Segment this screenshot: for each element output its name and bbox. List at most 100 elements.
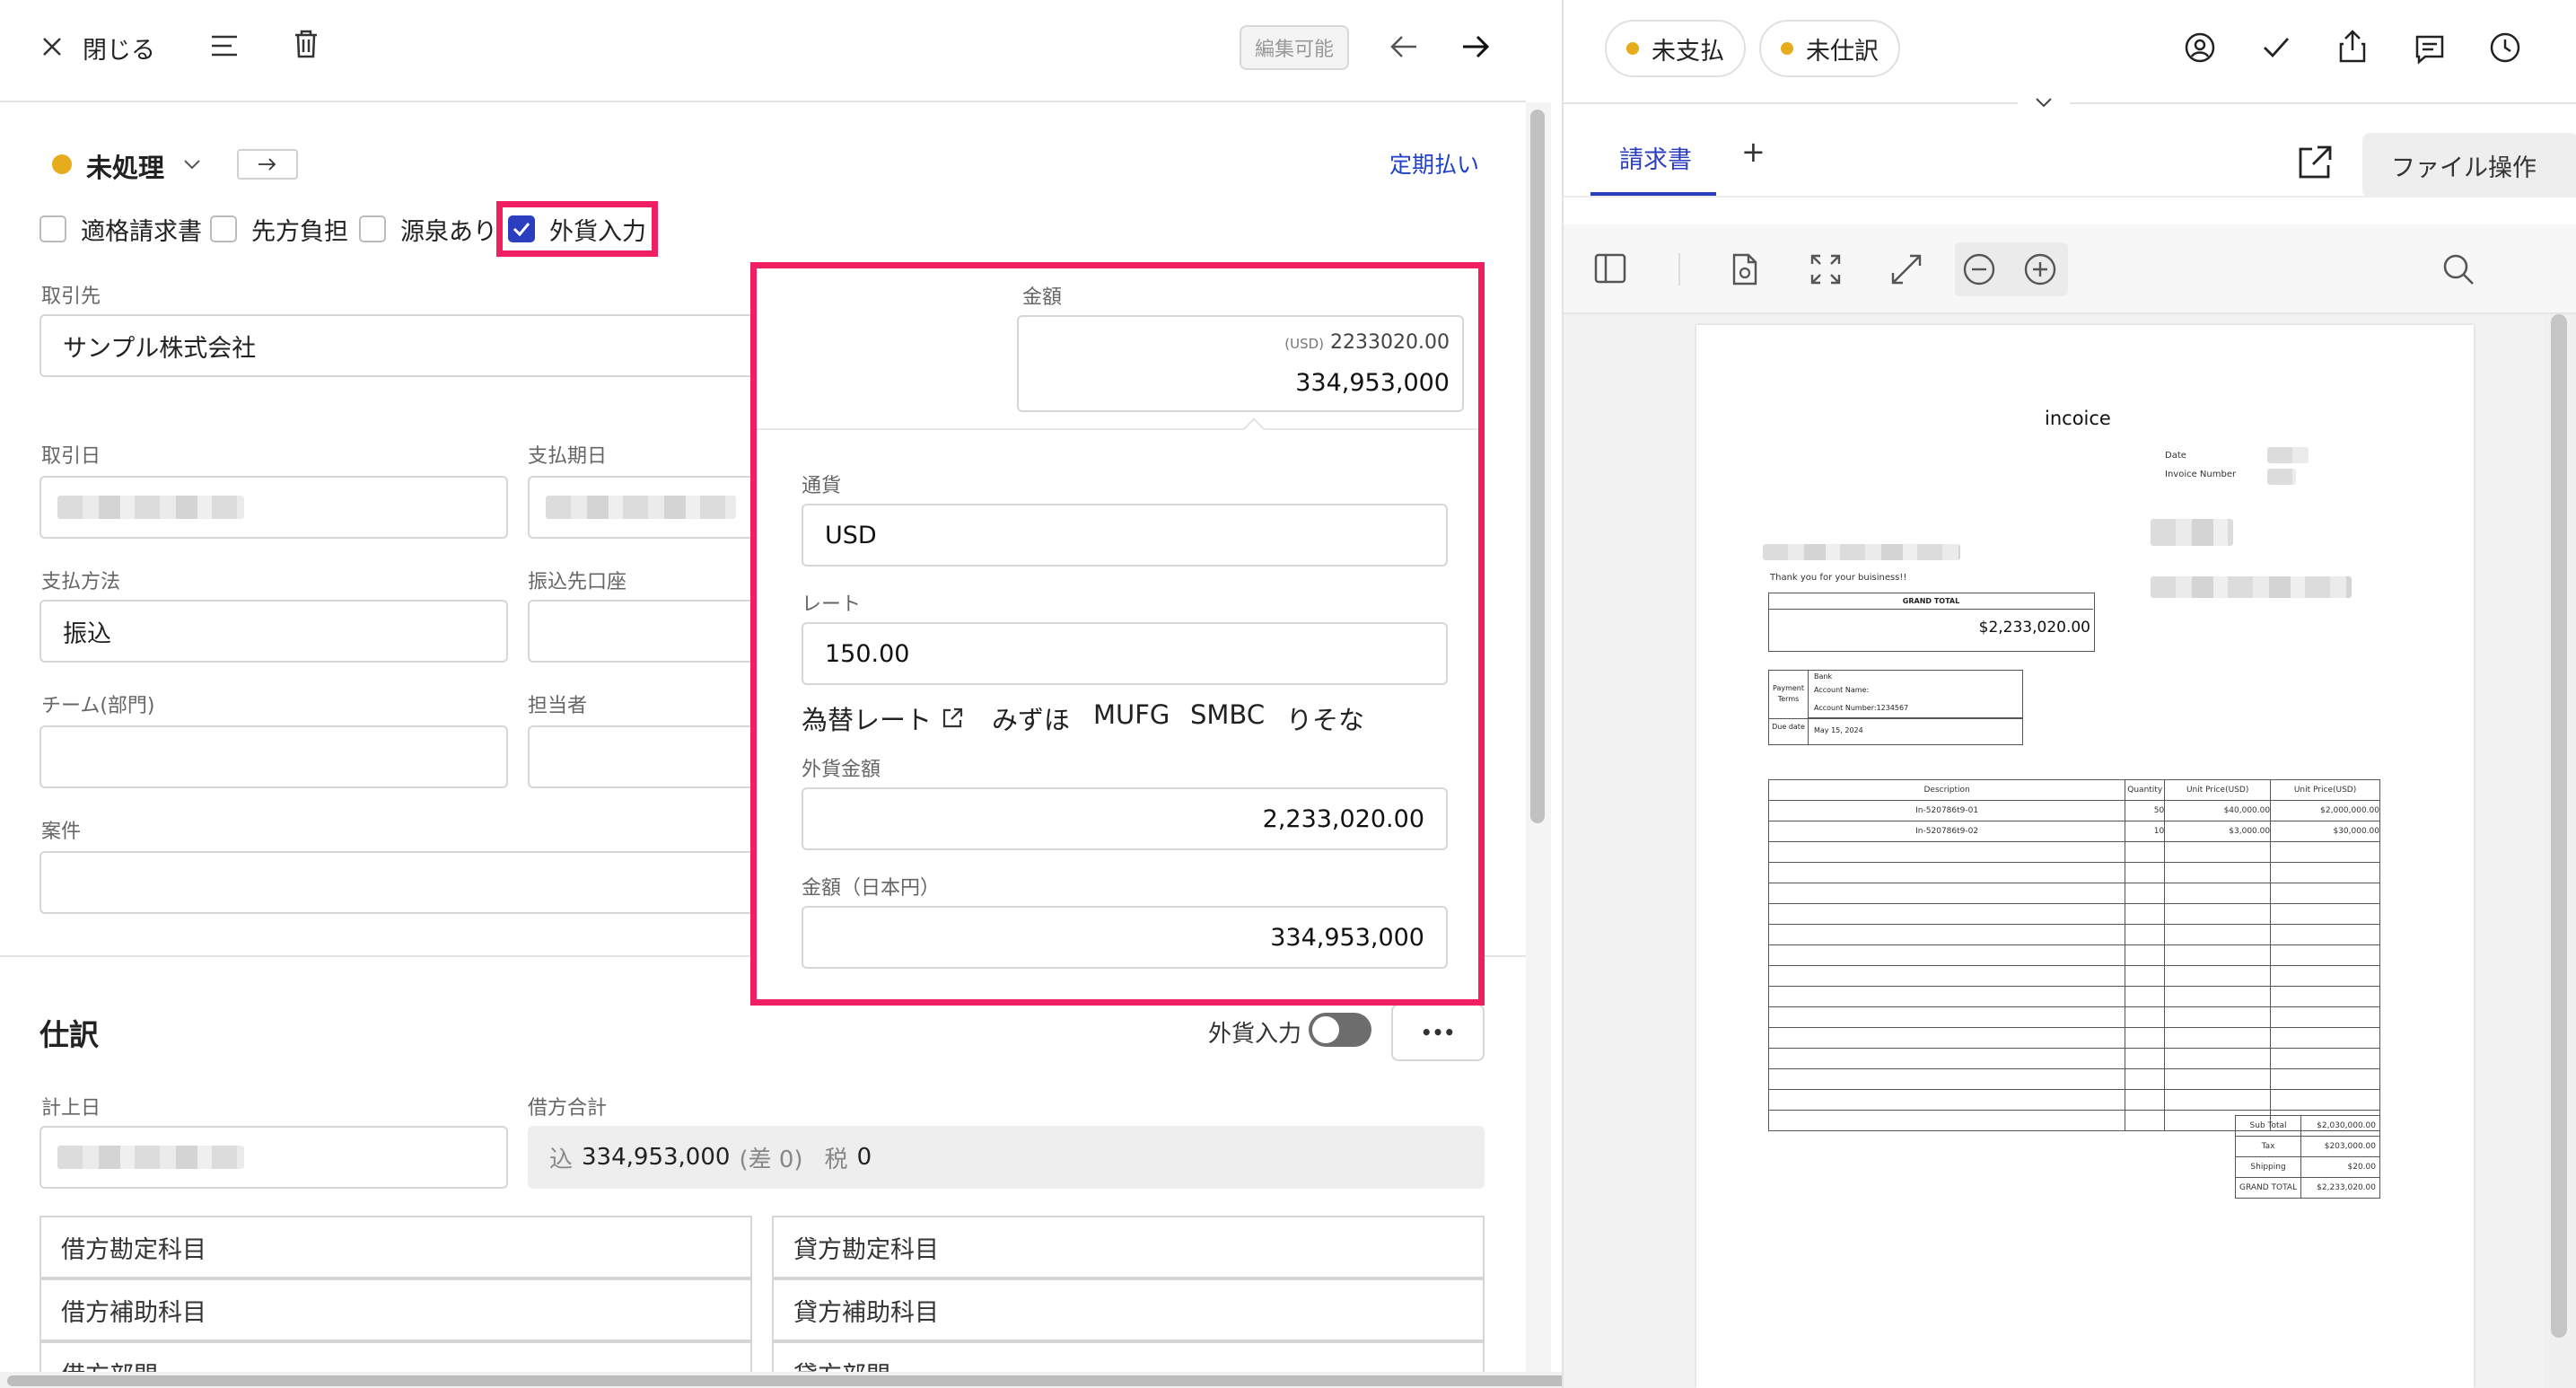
- collapse-handle[interactable]: [2018, 92, 2070, 116]
- external-link-icon: [942, 707, 963, 728]
- table-row: [1767, 1068, 2380, 1090]
- file-operations-button[interactable]: ファイル操作: [2362, 133, 2576, 198]
- close-icon[interactable]: [39, 34, 65, 59]
- trash-icon[interactable]: [293, 29, 320, 59]
- document-canvas: incoice Date Invoice Number Thank you fo…: [1564, 314, 2576, 1388]
- menu-icon[interactable]: [210, 32, 239, 59]
- fit-page-icon[interactable]: [1809, 253, 1842, 286]
- viewer-scrollbar-thumb[interactable]: [2551, 314, 2567, 1338]
- scrollbar-thumb[interactable]: [1530, 110, 1545, 823]
- invoice-grand-total-box: GRAND TOTAL $2,233,020.00: [1768, 593, 2095, 652]
- payment-method-select[interactable]: 振込: [39, 600, 508, 663]
- bank-account-select[interactable]: [528, 600, 761, 663]
- checkmark-icon[interactable]: [2262, 34, 2291, 61]
- more-options-button[interactable]: •••: [1391, 1004, 1485, 1061]
- table-row: Shipping $20.00: [2234, 1156, 2380, 1178]
- jpy-amount-input[interactable]: 334,953,000: [802, 906, 1448, 969]
- tab-add-button[interactable]: +: [1741, 135, 1766, 169]
- credit-account-field[interactable]: 貸方勘定科目: [772, 1216, 1485, 1278]
- grand-total-label: GRAND TOTAL: [1769, 593, 2093, 610]
- item-unit-price: $40,000.00: [2164, 800, 2272, 821]
- tax-label: 税: [824, 1146, 848, 1173]
- debit-total-diff: (差 0): [739, 1146, 803, 1173]
- search-icon[interactable]: [2441, 252, 2475, 286]
- history-clock-icon[interactable]: [2490, 32, 2520, 63]
- zoom-out-icon[interactable]: [1962, 252, 1996, 286]
- withholding-checkbox[interactable]: [359, 215, 386, 242]
- table-row: [1767, 944, 2380, 966]
- status-select[interactable]: 未処理: [86, 147, 164, 185]
- bank-rate-mufg[interactable]: MUFG: [1093, 699, 1170, 730]
- editable-badge: 編集可能: [1240, 25, 1349, 70]
- debit-account-field[interactable]: 借方勘定科目: [39, 1216, 752, 1278]
- exchange-rate-link[interactable]: 為替レート: [802, 699, 964, 737]
- page-settings-icon[interactable]: [1730, 253, 1759, 286]
- item-amount: $2,000,000.00: [2270, 800, 2380, 821]
- fx-amount-input[interactable]: 2,233,020.00: [802, 787, 1448, 850]
- table-row: [1767, 965, 2380, 987]
- currency-input[interactable]: USD: [802, 504, 1448, 567]
- comment-icon[interactable]: [2414, 34, 2445, 65]
- divider: [1809, 717, 2022, 719]
- redacted-value: [2151, 576, 2352, 598]
- table-row: [1767, 1048, 2380, 1069]
- table-row: [1767, 862, 2380, 883]
- close-button[interactable]: 閉じる: [83, 31, 155, 66]
- payment-terms-box: Payment Terms Bank Account Name: Account…: [1768, 670, 2023, 745]
- pill-unjournaled-label: 未仕訳: [1806, 37, 1879, 66]
- qualified-invoice-checkbox[interactable]: [39, 215, 66, 242]
- credit-sub-account-field[interactable]: 貸方補助科目: [772, 1278, 1485, 1341]
- partner-burden-checkbox[interactable]: [210, 215, 237, 242]
- sidebar-toggle-icon[interactable]: [1594, 253, 1626, 284]
- fx-input-checkbox[interactable]: [508, 215, 535, 242]
- trade-date-label: 取引日: [41, 445, 101, 468]
- invoice-thanks: Thank you for your buisiness!!: [1770, 573, 1907, 583]
- rate-input[interactable]: 150.00: [802, 622, 1448, 685]
- amount-summary-box[interactable]: (USD) 2233020.00 334,953,000: [1017, 315, 1464, 412]
- zoom-in-icon[interactable]: [2023, 252, 2057, 286]
- table-row: In-520786t9-01 50 $40,000.00 $2,000,000.…: [1767, 800, 2380, 821]
- bank-rate-mizuho[interactable]: みずほ: [992, 699, 1070, 737]
- table-row: [1767, 1089, 2380, 1111]
- debit-total-value: 334,953,000: [582, 1144, 731, 1171]
- table-row: [1767, 986, 2380, 1007]
- share-icon[interactable]: [2339, 29, 2366, 63]
- team-label: チーム(部門): [41, 695, 155, 717]
- user-circle-icon[interactable]: [2185, 32, 2215, 63]
- project-select[interactable]: [39, 851, 761, 914]
- tab-invoice[interactable]: 請求書: [1619, 140, 1692, 175]
- table-row: [1767, 903, 2380, 925]
- toolbar-separator: [1678, 253, 1680, 286]
- withholding-label: 源泉あり: [400, 218, 497, 246]
- journal-fx-toggle[interactable]: [1309, 1013, 1371, 1047]
- fx-amount-label: 外貨金額: [802, 759, 881, 781]
- account-number: Account Number:1234567: [1814, 704, 1909, 712]
- chevron-down-icon: [2036, 98, 2052, 108]
- arrow-right-icon[interactable]: [1461, 34, 1490, 59]
- redacted-value: [1763, 544, 1960, 560]
- arrow-left-icon[interactable]: [1389, 34, 1418, 59]
- popover-amount-label: 金額: [1022, 286, 1063, 309]
- recurring-payment-link[interactable]: 定期払い: [1389, 147, 1479, 180]
- chevron-down-icon[interactable]: [183, 158, 201, 171]
- amount-fx-display: (USD) 2233020.00: [1284, 331, 1450, 354]
- bank-rate-smbc[interactable]: SMBC: [1190, 699, 1265, 730]
- qualified-invoice-label: 適格請求書: [81, 218, 202, 246]
- status-advance-button[interactable]: [237, 149, 298, 180]
- rate-label: レート: [802, 593, 862, 616]
- open-external-icon[interactable]: [2296, 144, 2334, 181]
- expand-icon[interactable]: [1890, 253, 1923, 286]
- viewer-toolbar: [1564, 224, 2576, 314]
- payment-method-label: 支払方法: [41, 571, 121, 593]
- assignee-select[interactable]: [528, 725, 761, 788]
- pill-unpaid[interactable]: 未支払: [1605, 20, 1746, 77]
- debit-sub-account-field[interactable]: 借方補助科目: [39, 1278, 752, 1341]
- status-dot: [1781, 42, 1793, 55]
- bank-rate-resona[interactable]: りそな: [1286, 699, 1364, 737]
- arrow-right-icon: [258, 158, 276, 171]
- team-select[interactable]: [39, 725, 508, 788]
- item-amount: $30,000.00: [2270, 821, 2380, 842]
- fx-amount-popover: 金額 (USD) 2233020.00 334,953,000 通貨 USD レ…: [750, 262, 1485, 1006]
- invoice-totals-table: Sub Total $2,030,000.00 Tax $203,000.00 Sh…: [2234, 1115, 2380, 1199]
- pill-unjournaled[interactable]: 未仕訳: [1759, 20, 1900, 77]
